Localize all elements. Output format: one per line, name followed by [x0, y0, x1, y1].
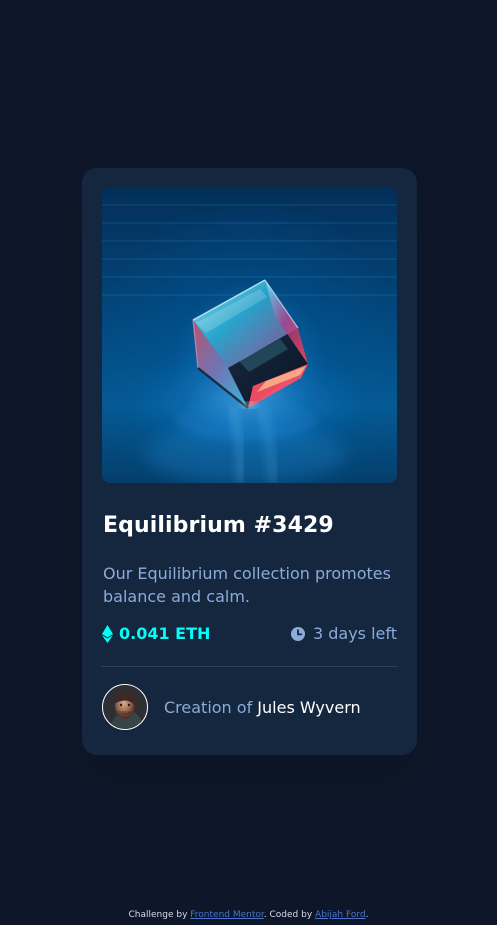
card-divider: [101, 666, 398, 667]
nft-description: Our Equilibrium collection promotes bala…: [103, 564, 391, 606]
coded-by-prefix: . Coded by: [263, 910, 316, 920]
creator-name-link[interactable]: Jules Wyvern: [257, 698, 360, 717]
creator-row: Creation of Jules Wyvern: [102, 684, 397, 730]
nft-title[interactable]: Equilibrium #3429: [103, 513, 334, 538]
nft-stats: 0.041 ETH 3 days left: [102, 624, 397, 648]
nft-image[interactable]: [102, 188, 397, 483]
creator-text: Creation of Jules Wyvern: [164, 698, 361, 717]
clock-icon: [290, 626, 305, 641]
frontend-mentor-link[interactable]: Frontend Mentor: [190, 910, 264, 920]
price-value: 0.041 ETH: [119, 624, 211, 643]
nft-card: Equilibrium #3429 Our Equilibrium collec…: [82, 168, 417, 755]
price-info: 0.041 ETH: [102, 624, 210, 643]
time-left-text: 3 days left: [312, 624, 397, 643]
author-link[interactable]: Abijah Ford: [315, 910, 366, 920]
page: Equilibrium #3429 Our Equilibrium collec…: [0, 0, 497, 925]
equilibrium-cube-image: [102, 188, 397, 483]
attribution: Challenge by Frontend Mentor. Coded by A…: [0, 910, 497, 921]
ethereum-icon: [102, 624, 113, 643]
avatar: [102, 684, 148, 730]
footer-suffix: .: [365, 910, 369, 920]
time-info: 3 days left: [290, 624, 397, 643]
creator-prefix: Creation of: [164, 697, 258, 717]
challenge-prefix: Challenge by: [128, 910, 191, 920]
